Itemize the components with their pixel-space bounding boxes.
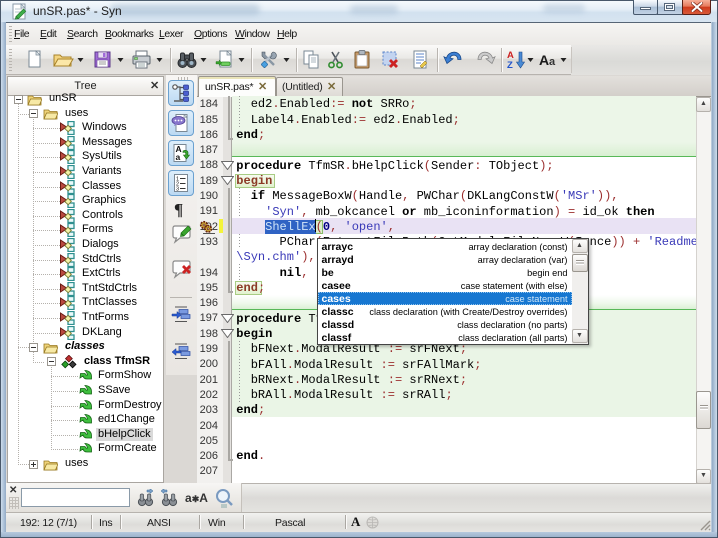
svg-text:a: a xyxy=(549,56,556,68)
svg-text:Z: Z xyxy=(507,60,513,71)
svg-text:A: A xyxy=(539,52,549,68)
svg-text:3: 3 xyxy=(176,187,179,193)
svg-text:a: a xyxy=(176,152,181,162)
